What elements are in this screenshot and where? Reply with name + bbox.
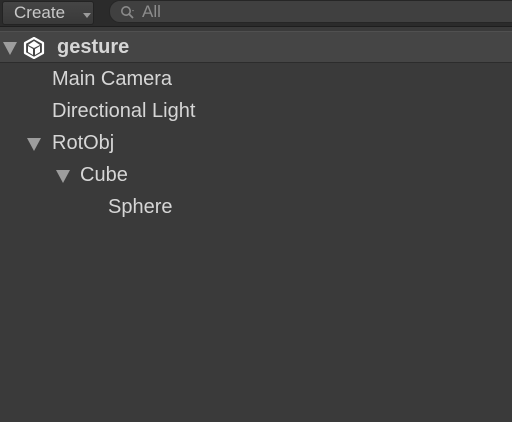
triangle-down-icon[interactable] — [27, 138, 41, 151]
hierarchy-item-label: Cube — [80, 164, 128, 186]
hierarchy-item-label: RotObj — [52, 132, 115, 154]
triangle-down-icon[interactable] — [3, 42, 17, 55]
hierarchy-item-rotobj[interactable]: RotObj — [0, 128, 512, 160]
create-button[interactable]: Create — [2, 1, 94, 25]
hierarchy-item-sphere[interactable]: Sphere — [0, 192, 512, 224]
search-input[interactable] — [142, 1, 502, 22]
hierarchy-item-directional-light[interactable]: Directional Light — [0, 96, 512, 128]
search-icon — [121, 6, 134, 19]
unity-logo-icon — [23, 37, 45, 59]
hierarchy-item-label: Sphere — [108, 196, 173, 218]
hierarchy-item-main-camera[interactable]: Main Camera — [0, 64, 512, 96]
chevron-down-icon — [83, 13, 91, 18]
hierarchy-toolbar: Create — [0, 0, 512, 27]
hierarchy-item-label: Main Camera — [52, 68, 173, 90]
scene-name: gesture — [57, 36, 130, 58]
scene-row[interactable]: gesture — [0, 31, 512, 63]
triangle-down-icon[interactable] — [56, 170, 70, 183]
search-field[interactable] — [109, 0, 512, 23]
hierarchy-item-label: Directional Light — [52, 100, 196, 122]
create-label: Create — [14, 3, 66, 22]
hierarchy-item-cube[interactable]: Cube — [0, 160, 512, 192]
